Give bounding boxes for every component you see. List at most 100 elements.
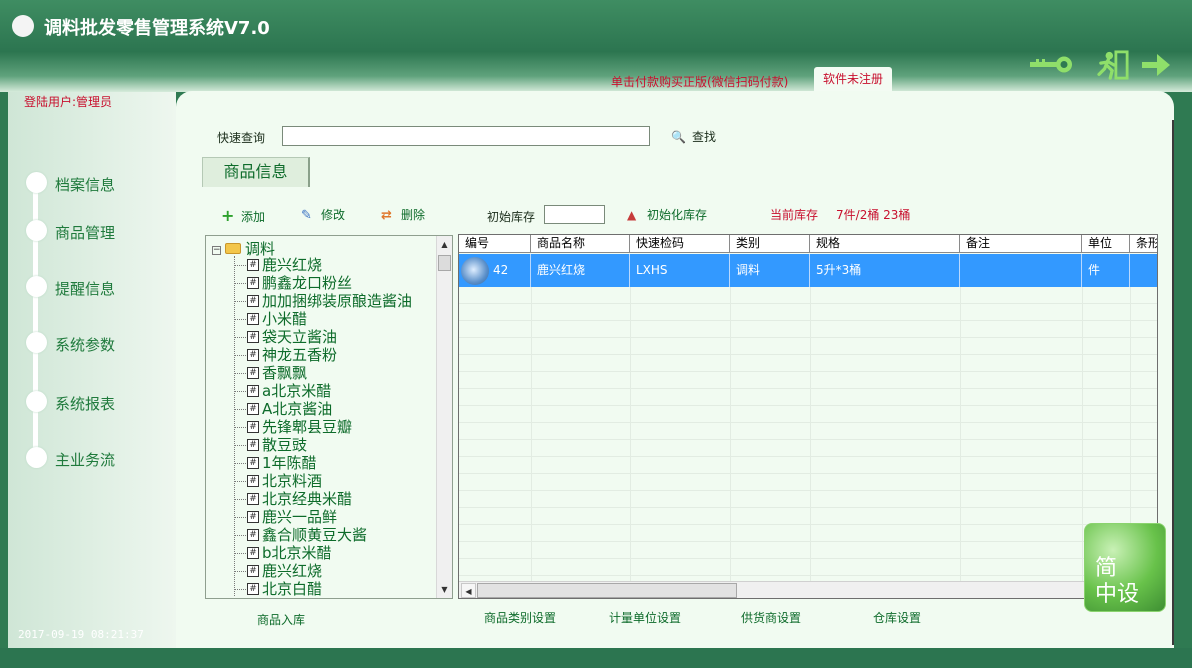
- scroll-down-icon[interactable]: ▼: [437, 582, 452, 597]
- plus-icon: +: [221, 206, 235, 225]
- tree-item[interactable]: # 散豆豉: [228, 436, 412, 454]
- folder-icon: [225, 243, 241, 254]
- edit-button[interactable]: ✎ 修改: [301, 206, 345, 224]
- column-header[interactable]: 类别: [730, 235, 810, 253]
- column-header[interactable]: 快速检码: [630, 235, 730, 253]
- nav-dot-icon: [26, 391, 47, 412]
- key-icon[interactable]: [1028, 50, 1074, 80]
- tree-item[interactable]: # 神龙五香粉: [228, 346, 412, 364]
- tree-item[interactable]: # 袋天立酱油: [228, 328, 412, 346]
- item-doc-icon: #: [247, 277, 259, 289]
- tree-item[interactable]: # A北京酱油: [228, 400, 412, 418]
- tree-item[interactable]: # 先锋郫县豆瓣: [228, 418, 412, 436]
- item-doc-icon: #: [247, 295, 259, 307]
- search-input[interactable]: [282, 126, 650, 146]
- column-header[interactable]: 规格: [810, 235, 960, 253]
- table-row[interactable]: 42 鹿兴红烧 LXHS 调料 5升*3桶 件: [459, 254, 1157, 287]
- current-stock: 当前库存 7件/2桶 23桶: [770, 206, 910, 223]
- stock-in-link[interactable]: 商品入库: [257, 611, 305, 628]
- tree-item[interactable]: # a北京米醋: [228, 382, 412, 400]
- hscroll-thumb[interactable]: [477, 583, 737, 598]
- table-header: 编号 商品名称 快速检码 类别 规格 备注 单位 条形: [459, 235, 1157, 253]
- nav-dot-icon: [26, 276, 47, 297]
- init-stock-input[interactable]: [544, 205, 605, 224]
- sidebar-item-label: 系统报表: [55, 395, 116, 413]
- supplier-settings-link[interactable]: 供货商设置: [741, 609, 801, 626]
- edit-button-label: 修改: [321, 208, 346, 222]
- delete-button[interactable]: ⇄ 删除: [381, 206, 425, 224]
- arrow-right-icon[interactable]: [1140, 50, 1172, 80]
- item-doc-icon: #: [247, 565, 259, 577]
- cell-spec: 5升*3桶: [810, 254, 960, 287]
- column-header[interactable]: 编号: [459, 235, 531, 253]
- column-header[interactable]: 备注: [960, 235, 1082, 253]
- item-doc-icon: #: [247, 403, 259, 415]
- badge-line1: 简: [1095, 556, 1118, 581]
- item-doc-icon: #: [247, 511, 259, 523]
- scroll-left-icon[interactable]: ◀: [461, 583, 476, 598]
- item-doc-icon: #: [247, 367, 259, 379]
- unit-settings-link[interactable]: 计量单位设置: [609, 609, 681, 626]
- collapse-icon[interactable]: −: [212, 246, 221, 255]
- tree-item[interactable]: # 北京经典米醋: [228, 490, 412, 508]
- cell-name: 鹿兴红烧: [531, 254, 630, 287]
- add-button[interactable]: + 添加: [221, 206, 265, 225]
- scroll-thumb[interactable]: [438, 255, 451, 271]
- tree-item[interactable]: # 香飘飘: [228, 364, 412, 382]
- search-button[interactable]: 🔍 查找: [671, 128, 716, 144]
- item-doc-icon: #: [247, 439, 259, 451]
- registration-tab[interactable]: 软件未注册: [814, 67, 892, 91]
- tree-item[interactable]: # b北京米醋: [228, 544, 412, 562]
- item-doc-icon: #: [247, 457, 259, 469]
- tree-item[interactable]: # 加加捆绑装原酿造酱油: [228, 292, 412, 310]
- edit-icon: ✎: [301, 208, 312, 223]
- panel-edge: [1172, 120, 1174, 645]
- item-doc-icon: #: [247, 547, 259, 559]
- category-tree[interactable]: − 调料 # 鹿兴红烧 # 鹏鑫龙口粉丝 # 加加捆绑装原酿造酱油 # 小米醋 # 袋天立酱…: [205, 235, 453, 599]
- buy-license-link[interactable]: 单击付款购买正版(微信扫码付款): [611, 73, 788, 90]
- app-logo-icon: [12, 15, 34, 37]
- cell-code: LXHS: [630, 254, 730, 287]
- init-stock-button[interactable]: ▲ 初始化库存: [627, 206, 707, 224]
- goods-table[interactable]: 编号 商品名称 快速检码 类别 规格 备注 单位 条形 42 鹿兴红烧 LXHS…: [458, 234, 1158, 599]
- record-icon: [461, 256, 489, 285]
- item-doc-icon: #: [247, 385, 259, 397]
- warehouse-settings-link[interactable]: 仓库设置: [873, 609, 921, 626]
- category-settings-link[interactable]: 商品类别设置: [484, 609, 556, 626]
- clock: 2017-09-19 08:21:37: [18, 628, 144, 641]
- tree-item[interactable]: # 鹿兴红烧: [228, 562, 412, 580]
- cell-note: [960, 254, 1082, 287]
- item-doc-icon: #: [247, 529, 259, 541]
- tree-item[interactable]: # 鑫合顺黄豆大酱: [228, 526, 412, 544]
- tree-item[interactable]: # 鹿兴红烧: [228, 256, 412, 274]
- item-doc-icon: #: [247, 331, 259, 343]
- tree-item[interactable]: # 小米醋: [228, 310, 412, 328]
- tree-items: # 鹿兴红烧 # 鹏鑫龙口粉丝 # 加加捆绑装原酿造酱油 # 小米醋 # 袋天立酱油 # 神…: [228, 256, 412, 598]
- badge-line2: 中设: [1095, 582, 1140, 607]
- tree-item[interactable]: #1年陈醋: [228, 454, 412, 472]
- column-header[interactable]: 条形: [1130, 235, 1157, 253]
- table-gridlines: [459, 287, 1157, 581]
- current-stock-label: 当前库存: [770, 208, 819, 222]
- tree-root[interactable]: − 调料: [212, 238, 275, 258]
- sidebar-item-label: 商品管理: [55, 224, 116, 242]
- column-header[interactable]: 单位: [1082, 235, 1130, 253]
- nav-dot-icon: [26, 220, 47, 241]
- tree-item[interactable]: # 鹏鑫龙口粉丝: [228, 274, 412, 292]
- tree-item[interactable]: # 鹿兴一品鲜: [228, 508, 412, 526]
- tree-scrollbar[interactable]: ▲ ▼: [436, 236, 452, 598]
- init-stock-label: 初始库存: [487, 210, 536, 224]
- nav-dot-icon: [26, 332, 47, 353]
- tab-goods-info[interactable]: 商品信息: [202, 157, 310, 187]
- tree-item[interactable]: # 北京白醋: [228, 580, 412, 598]
- corner-badge[interactable]: 简 中设: [1084, 523, 1166, 612]
- column-header[interactable]: 商品名称: [531, 235, 630, 253]
- cell-barcode: [1130, 254, 1157, 287]
- app-title: 调料批发零售管理系统V7.0: [44, 18, 270, 39]
- nav-dot-icon: [26, 447, 47, 468]
- tree-item[interactable]: # 北京料酒: [228, 472, 412, 490]
- exit-run-icon[interactable]: [1096, 50, 1132, 80]
- table-hscrollbar[interactable]: ◀: [459, 581, 1157, 598]
- item-doc-icon: #: [247, 583, 259, 595]
- scroll-up-icon[interactable]: ▲: [437, 237, 452, 252]
